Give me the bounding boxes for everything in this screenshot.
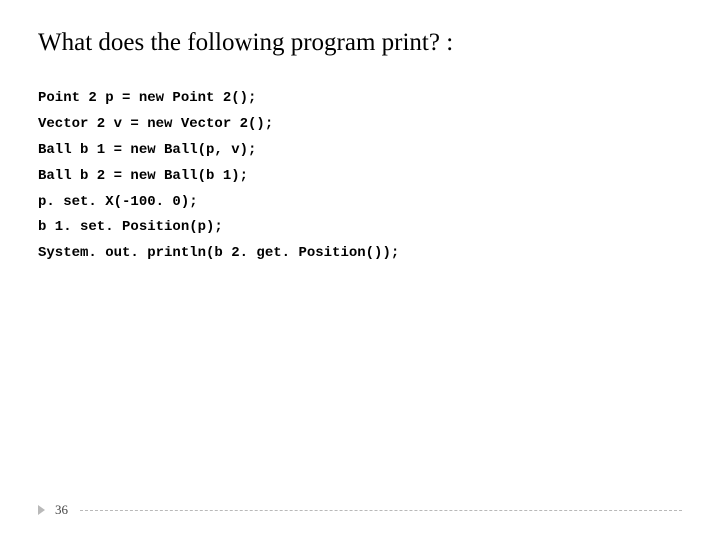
code-line: Ball b 1 = new Ball(p, v); — [38, 138, 682, 164]
slide-footer: 36 — [38, 502, 682, 518]
page-number: 36 — [55, 502, 68, 518]
slide-title: What does the following program print? : — [38, 28, 682, 58]
triangle-bullet-icon — [38, 505, 45, 515]
code-line: Point 2 p = new Point 2(); — [38, 86, 682, 112]
code-line: b 1. set. Position(p); — [38, 215, 682, 241]
code-block: Point 2 p = new Point 2(); Vector 2 v = … — [38, 86, 682, 267]
footer-divider — [80, 510, 682, 511]
code-line: Vector 2 v = new Vector 2(); — [38, 112, 682, 138]
slide: What does the following program print? :… — [0, 0, 720, 540]
code-line: p. set. X(-100. 0); — [38, 190, 682, 216]
code-line: Ball b 2 = new Ball(b 1); — [38, 164, 682, 190]
code-line: System. out. println(b 2. get. Position(… — [38, 241, 682, 267]
